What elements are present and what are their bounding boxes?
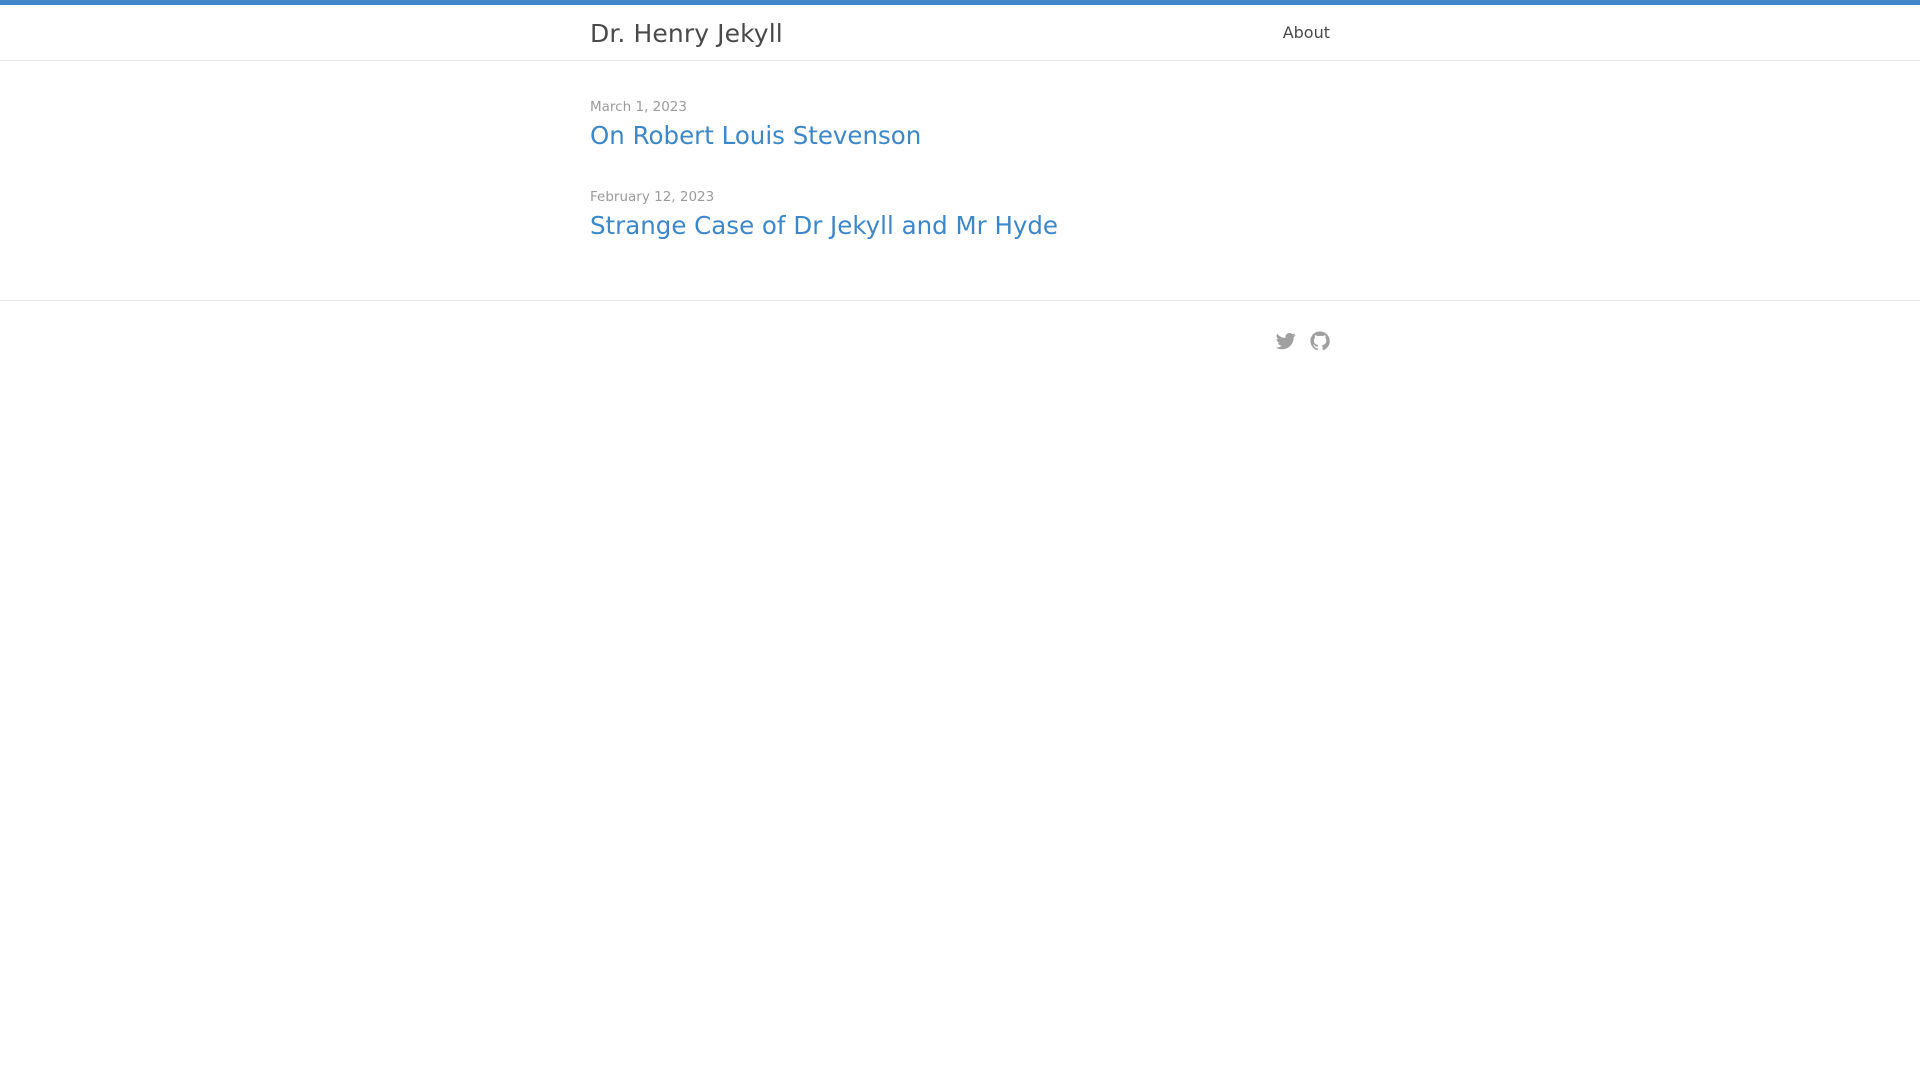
post-date: March 1, 2023	[590, 99, 687, 115]
github-icon[interactable]	[1310, 331, 1330, 351]
social-links	[1275, 331, 1330, 351]
post-item: March 1, 2023 On Robert Louis Stevenson	[590, 99, 921, 151]
post-item: February 12, 2023 Strange Case of Dr Jek…	[590, 189, 1058, 241]
post-title-link[interactable]: Strange Case of Dr Jekyll and Mr Hyde	[590, 211, 1058, 241]
post-title-link[interactable]: On Robert Louis Stevenson	[590, 121, 921, 151]
site-title[interactable]: Dr. Henry Jekyll	[590, 19, 783, 48]
nav-about-link[interactable]: About	[1283, 23, 1330, 42]
post-list: March 1, 2023 On Robert Louis Stevenson …	[0, 61, 1920, 301]
site-footer	[0, 301, 1920, 381]
twitter-icon[interactable]	[1275, 331, 1296, 351]
post-date: February 12, 2023	[590, 189, 715, 205]
site-header: Dr. Henry Jekyll About	[0, 5, 1920, 61]
